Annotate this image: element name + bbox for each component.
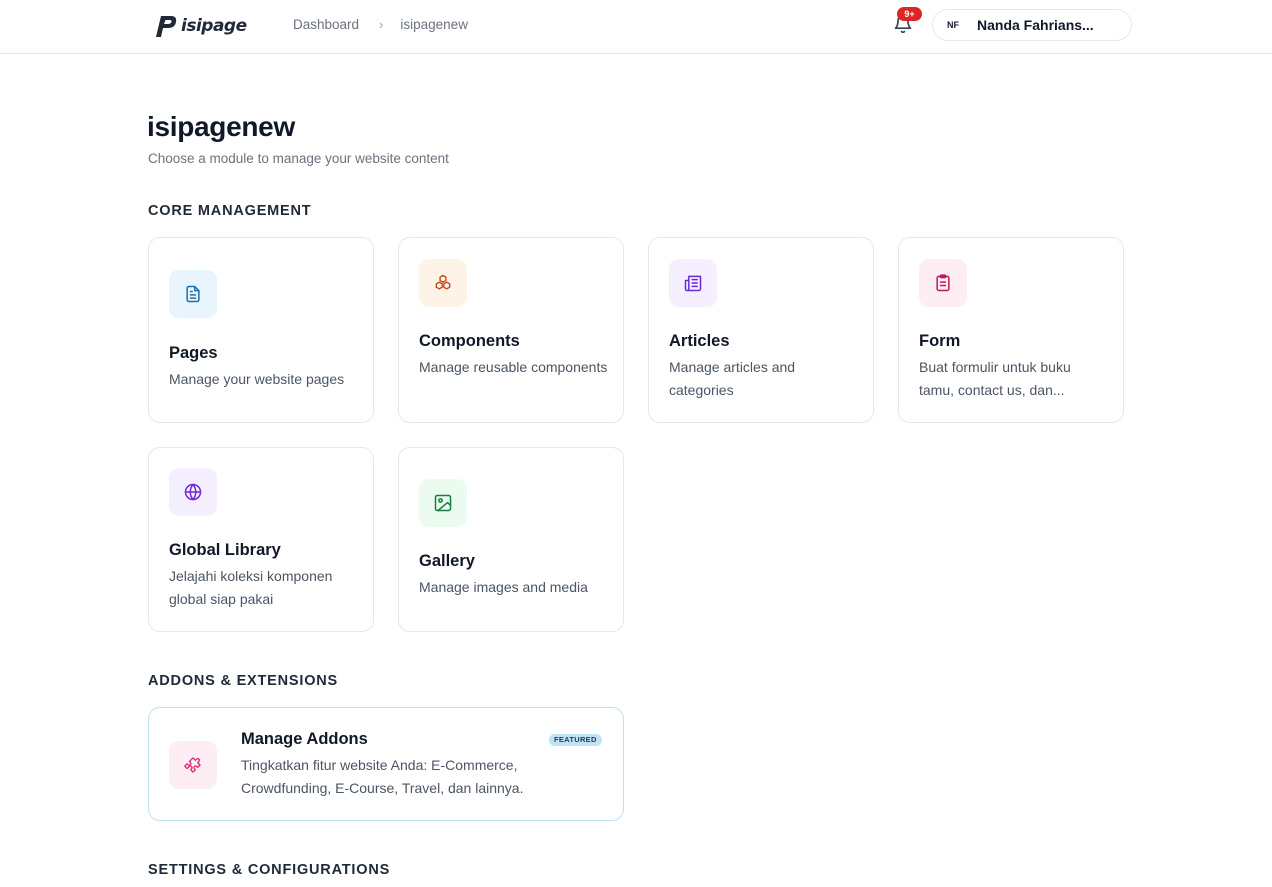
form-icon-box <box>919 259 967 307</box>
gallery-icon-box <box>419 479 467 527</box>
module-title: Pages <box>169 344 218 362</box>
newspaper-icon <box>684 275 702 292</box>
module-description: Manage images and media <box>419 579 588 595</box>
addons-icon-box <box>169 741 217 789</box>
module-card-gallery[interactable]: Gallery Manage images and media <box>398 447 624 632</box>
module-description: Jelajahi koleksi komponen global siap pa… <box>169 568 333 607</box>
section-title-settings: SETTINGS & CONFIGURATIONS <box>148 862 391 878</box>
image-icon <box>434 494 452 512</box>
module-card-articles[interactable]: Articles Manage articles and categories <box>648 237 874 423</box>
globe-icon <box>184 483 202 501</box>
module-description: Buat formulir untuk buku tamu, contact u… <box>919 359 1071 398</box>
module-title: Global Library <box>169 541 281 559</box>
user-menu-button[interactable]: NF Nanda Fahrians... <box>932 9 1132 41</box>
logo-mark-icon <box>156 16 177 37</box>
clipboard-icon <box>936 274 950 292</box>
module-description: Manage articles and categories <box>669 359 796 398</box>
file-icon <box>186 285 200 303</box>
module-card-pages[interactable]: Pages Manage your website pages <box>148 237 374 423</box>
addon-description: Tingkatkan fitur website Anda: E-Commerc… <box>241 757 524 796</box>
logo-text: isipage <box>181 16 247 36</box>
breadcrumb-current: isipagenew <box>400 17 468 32</box>
module-title: Articles <box>669 332 730 350</box>
featured-badge: FEATURED <box>549 734 602 746</box>
page-title: isipagenew <box>147 111 295 142</box>
isipage-logo[interactable]: isipage <box>153 12 247 40</box>
cubes-icon <box>435 274 451 290</box>
puzzle-icon <box>184 757 201 773</box>
breadcrumb: Dashboard › isipagenew <box>293 17 468 32</box>
module-title: Components <box>419 332 520 350</box>
module-card-global-library[interactable]: Global Library Jelajahi koleksi komponen… <box>148 447 374 632</box>
breadcrumb-separator: › <box>379 17 384 32</box>
module-description: Manage your website pages <box>169 371 345 387</box>
module-description: Manage reusable components <box>419 359 608 375</box>
notification-count-badge: 9+ <box>897 7 922 21</box>
section-title-core-management: CORE MANAGEMENT <box>148 203 312 219</box>
section-title-addons: ADDONS & EXTENSIONS <box>148 673 339 689</box>
user-avatar-initials: NF <box>947 20 959 30</box>
top-navigation-bar: isipage Dashboard › isipagenew 9+ NF Nan… <box>0 0 1272 54</box>
breadcrumb-dashboard[interactable]: Dashboard <box>293 17 359 32</box>
module-title: Gallery <box>419 552 475 570</box>
user-name: Nanda Fahrians... <box>977 17 1094 33</box>
page-subtitle: Choose a module to manage your website c… <box>148 151 449 166</box>
addon-title: Manage Addons <box>241 730 368 748</box>
module-card-form[interactable]: Form Buat formulir untuk buku tamu, cont… <box>898 237 1124 423</box>
addon-card-manage-addons[interactable]: Manage Addons FEATURED Tingkatkan fitur … <box>148 707 624 821</box>
components-icon-box <box>419 259 467 307</box>
global-library-icon-box <box>169 468 217 516</box>
module-title: Form <box>919 332 961 350</box>
pages-icon-box <box>169 270 217 318</box>
articles-icon-box <box>669 259 717 307</box>
module-card-components[interactable]: Components Manage reusable components <box>398 237 624 423</box>
